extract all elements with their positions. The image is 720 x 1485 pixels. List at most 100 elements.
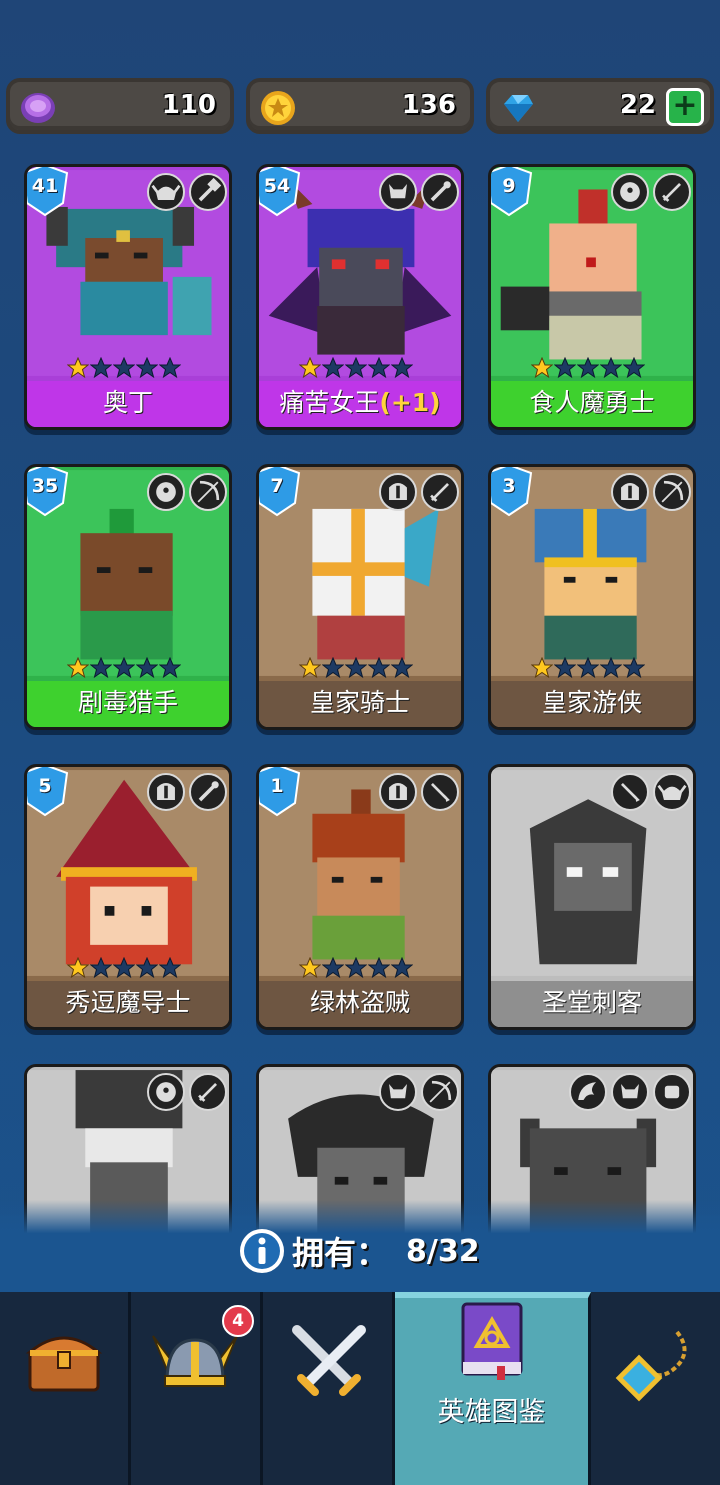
star-icon <box>299 357 321 379</box>
hero-card-royal-knight[interactable]: 7 皇家骑士 <box>256 464 464 730</box>
star-icon <box>345 957 367 979</box>
star-icon <box>531 357 553 379</box>
tab-chest[interactable] <box>0 1292 131 1485</box>
viking-helmet-icon <box>152 1335 238 1387</box>
star-rating <box>299 357 413 379</box>
hero-name-band: 皇家骑士 <box>259 681 461 727</box>
star-icon <box>67 957 89 979</box>
hero-name: 皇家骑士 <box>309 688 410 717</box>
hero-card-bandit[interactable]: 1 绿林盗贼 <box>256 764 464 1030</box>
hero-bonus: (+1) <box>379 388 441 417</box>
hero-name-band: 秀逗魔导士 <box>27 981 229 1027</box>
star-icon <box>159 957 181 979</box>
crossed-swords-icon <box>292 1325 366 1396</box>
star-icon <box>577 657 599 679</box>
ogre-face-class-icon <box>611 173 649 211</box>
hero-name: 绿林盗贼 <box>309 988 410 1017</box>
ogre-face-class-icon <box>147 473 185 511</box>
star-icon <box>90 357 112 379</box>
hero-card-templar-assassin[interactable]: 圣堂刺客 <box>488 764 696 1030</box>
hero-card-royal-ranger[interactable]: 3 皇家游侠 <box>488 464 696 730</box>
star-icon <box>554 357 576 379</box>
star-icon <box>345 357 367 379</box>
hero-name: 皇家游侠 <box>541 688 642 717</box>
star-rating <box>67 657 181 679</box>
hero-grid: 41 奥丁 54 痛苦女王(+1) 9 食人魔勇士 35 剧毒猎手 7 皇家骑士… <box>0 160 720 1240</box>
tab-hero-codex[interactable]: 英雄图鉴 <box>395 1292 591 1485</box>
treasure-chest-icon <box>25 1336 103 1392</box>
tab-battle[interactable] <box>263 1292 395 1485</box>
hero-name: 奥丁 <box>102 388 153 417</box>
winged-helmet-class-icon <box>653 773 691 811</box>
star-icon <box>322 357 344 379</box>
star-icon <box>391 357 413 379</box>
spellbook-icon <box>461 1302 523 1380</box>
knight-helmet-class-icon <box>611 473 649 511</box>
star-icon <box>368 657 390 679</box>
hero-card-ogre-warrior[interactable]: 9 食人魔勇士 <box>488 164 696 430</box>
bow-weapon-icon <box>421 1073 459 1111</box>
star-icon <box>623 657 645 679</box>
knight-helmet-class-icon <box>379 473 417 511</box>
star-icon <box>159 357 181 379</box>
gem-value: 22 <box>619 90 656 120</box>
hero-card-mage[interactable]: 5 秀逗魔导士 <box>24 764 232 1030</box>
owned-count: 8/32 <box>406 1233 480 1269</box>
star-icon <box>322 657 344 679</box>
star-icon <box>136 957 158 979</box>
hero-name-band: 痛苦女王(+1) <box>259 381 461 427</box>
star-icon <box>554 657 576 679</box>
knight-helmet-class-icon <box>147 773 185 811</box>
dagger-weapon-icon <box>611 773 649 811</box>
ogre-face-class-icon <box>147 1073 185 1111</box>
level-badge: 5 <box>27 767 69 817</box>
owned-label: 拥有： <box>292 1234 389 1272</box>
owned-summary: 拥有： 8/32 <box>238 1226 480 1276</box>
star-rating <box>67 357 181 379</box>
hero-card-queen-of-pain[interactable]: 54 痛苦女王(+1) <box>256 164 464 430</box>
info-icon[interactable] <box>238 1227 286 1275</box>
gold-coin-bar: 136 <box>246 78 474 134</box>
level-badge: 7 <box>259 467 301 517</box>
level-badge: 35 <box>27 467 69 517</box>
dragon-class-icon <box>569 1073 607 1111</box>
star-icon <box>345 657 367 679</box>
star-icon <box>90 957 112 979</box>
sword-weapon-icon <box>653 173 691 211</box>
star-icon <box>67 657 89 679</box>
demon-skull-class-icon <box>379 173 417 211</box>
tab-amulet[interactable] <box>591 1292 720 1485</box>
level-badge: 41 <box>27 167 69 217</box>
winged-helmet-class-icon <box>147 173 185 211</box>
star-rating <box>67 957 181 979</box>
star-icon <box>368 357 390 379</box>
level-badge: 54 <box>259 167 301 217</box>
level-badge: 3 <box>491 467 533 517</box>
sword-weapon-icon <box>421 473 459 511</box>
add-gems-button[interactable]: + <box>666 88 704 126</box>
star-rating <box>299 957 413 979</box>
hero-name-band: 剧毒猎手 <box>27 681 229 727</box>
sword-weapon-icon <box>189 1073 227 1111</box>
hero-name: 剧毒猎手 <box>77 688 178 717</box>
star-icon <box>159 657 181 679</box>
hero-card-odin[interactable]: 41 奥丁 <box>24 164 232 430</box>
star-rating <box>299 657 413 679</box>
notification-badge: 4 <box>222 1305 254 1337</box>
staff-weapon-icon <box>421 173 459 211</box>
hero-name-band: 奥丁 <box>27 381 229 427</box>
purple-coin-value: 110 <box>161 90 216 120</box>
knight-helmet-class-icon <box>379 773 417 811</box>
hero-card-venom-hunter[interactable]: 35 剧毒猎手 <box>24 464 232 730</box>
star-icon <box>322 957 344 979</box>
demon-skull-class-icon <box>379 1073 417 1111</box>
star-icon <box>136 357 158 379</box>
star-rating <box>531 357 645 379</box>
star-icon <box>600 357 622 379</box>
purple-coin-bar: 110 <box>6 78 234 134</box>
star-icon <box>391 657 413 679</box>
level-badge: 1 <box>259 767 301 817</box>
hero-name: 秀逗魔导士 <box>65 988 191 1017</box>
fist-weapon-icon <box>653 1073 691 1111</box>
star-icon <box>600 657 622 679</box>
